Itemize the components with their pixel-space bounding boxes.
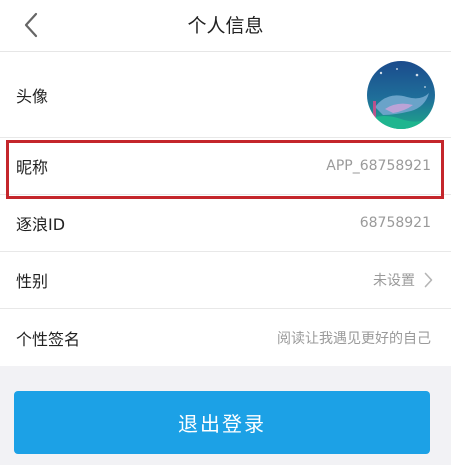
- row-value-nickname: APP_68758921: [326, 158, 431, 174]
- logout-button[interactable]: 退出登录: [14, 391, 430, 454]
- info-list: 头像 昵称 APP_68758921 逐浪ID 68758921 性别 未设置 …: [0, 52, 451, 366]
- row-label-gender: 性别: [16, 272, 49, 291]
- row-avatar[interactable]: 头像: [0, 52, 451, 138]
- row-label-user-id: 逐浪ID: [16, 215, 66, 234]
- row-value-gender: 未设置: [373, 273, 415, 289]
- personal-info-screen: 个人信息 头像 昵称 APP_68758921 逐浪ID 68758921 性别…: [0, 0, 451, 465]
- row-gender[interactable]: 性别 未设置: [0, 252, 451, 309]
- row-label-avatar: 头像: [16, 86, 49, 106]
- row-nickname[interactable]: 昵称 APP_68758921: [0, 138, 451, 195]
- avatar-image: [367, 61, 435, 129]
- nav-header: 个人信息: [0, 0, 451, 52]
- row-signature[interactable]: 个性签名 阅读让我遇见更好的自己: [0, 309, 451, 366]
- row-user-id[interactable]: 逐浪ID 68758921: [0, 195, 451, 252]
- chevron-right-icon: [424, 272, 433, 288]
- row-label-nickname: 昵称: [16, 158, 49, 177]
- row-value-signature: 阅读让我遇见更好的自己: [277, 330, 431, 347]
- row-value-user-id: 68758921: [359, 215, 431, 231]
- row-label-signature: 个性签名: [16, 329, 81, 349]
- page-title: 个人信息: [187, 15, 264, 37]
- avatar[interactable]: [367, 61, 435, 129]
